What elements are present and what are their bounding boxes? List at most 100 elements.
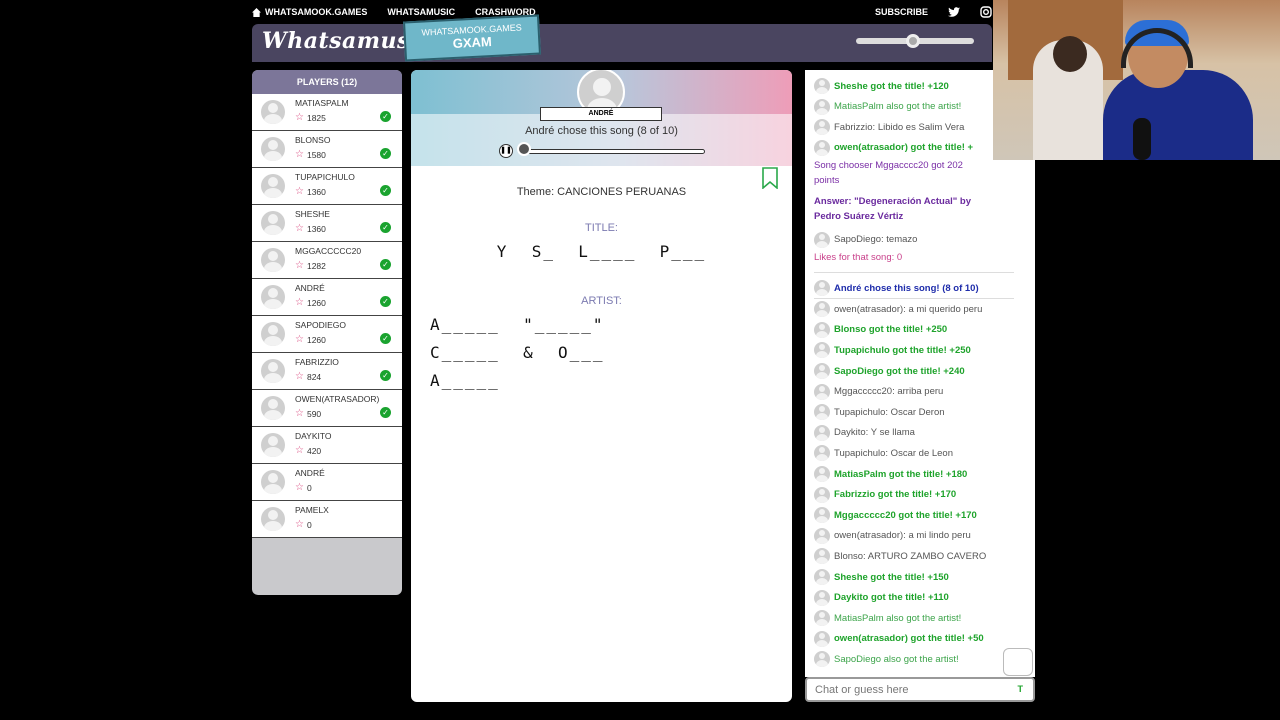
chat-message-text: Tupapichulo: Oscar Deron — [834, 406, 945, 418]
gxam-badge[interactable]: WHATSAMOOK.GAMES GXAM — [403, 14, 541, 62]
subscribe-link[interactable]: SUBSCRIBE — [875, 7, 928, 17]
avatar — [814, 98, 830, 115]
avatar — [814, 445, 830, 462]
star-icon: ☆ — [295, 297, 304, 308]
avatar — [814, 548, 830, 565]
avatar — [261, 322, 285, 346]
player-name: SHESHE — [295, 209, 330, 219]
chat-log[interactable]: Sheshe got the title! +120 MatiasPalm als… — [805, 70, 1035, 677]
avatar — [814, 119, 830, 136]
player-score: ☆ 1580 — [295, 149, 326, 160]
chat-message-text: Pedro Suárez Vértiz — [814, 211, 904, 222]
player-row[interactable]: SHESHE ☆ 1360 ✓ — [252, 205, 402, 242]
avatar — [814, 383, 830, 400]
avatar — [261, 433, 285, 457]
player-score-value: 1580 — [306, 149, 326, 160]
player-name: SAPODIEGO — [295, 320, 347, 330]
check-icon: ✓ — [380, 259, 391, 270]
chat-message: Fabrizzio got the title! +170 — [814, 486, 957, 503]
avatar — [261, 137, 285, 161]
player-row[interactable]: BLONSO ☆ 1580 ✓ — [252, 131, 402, 168]
players-panel: PLAYERS (12) MATIASPALM ☆ 1825 ✓ BLONSO ☆ 1580… — [252, 70, 402, 595]
player-row[interactable]: ANDRÉ ☆ 1260 ✓ — [252, 279, 402, 316]
volume-knob[interactable] — [906, 34, 920, 48]
player-row[interactable]: TUPAPICHULO ☆ 1360 ✓ — [252, 168, 402, 205]
chat-message: Mggaccccc20 got the title! +170 — [814, 507, 977, 524]
player-score: ☆ 1260 — [295, 297, 326, 308]
player-score-value: 1360 — [306, 186, 326, 197]
avatar — [814, 651, 830, 668]
top-nav: WHATSAMOOK.GAMES WHATSAMUSIC CRASHWORD S… — [252, 0, 992, 24]
chose-song-text: André chose this song (8 of 10) — [525, 125, 678, 137]
chat-message-text: Daykito got the title! +110 — [834, 592, 949, 604]
twitter-icon[interactable] — [948, 6, 960, 18]
player-name: ANDRÉ — [295, 283, 325, 293]
chat-divider — [814, 272, 1014, 274]
chat-message: Song chooser Mggacccc20 got 202 — [814, 160, 963, 171]
avatar — [261, 507, 285, 531]
star-icon: ☆ — [295, 445, 304, 456]
chat-message: owen(atrasador): a mi querido peru — [814, 301, 983, 318]
star-icon: ☆ — [295, 112, 304, 123]
chat-message: André chose this song! (8 of 10) — [814, 280, 979, 297]
player-name: MATIASPALM — [295, 98, 349, 108]
star-icon: ☆ — [295, 371, 304, 382]
webcam-person-back-head — [1053, 36, 1087, 72]
chat-message-text: Fabrizzio got the title! +170 — [834, 489, 957, 501]
chat-input[interactable]: Chat or guess here T — [805, 677, 1035, 702]
player-score-value: 1260 — [306, 334, 326, 345]
chat-message: owen(atrasador) got the title! + — [814, 139, 973, 156]
game-card: ANDRÉ André chose this song (8 of 10) ❚❚… — [411, 70, 792, 702]
chat-message-text: Mggaccccc20: arriba peru — [834, 386, 944, 398]
player-row[interactable]: MATIASPALM ☆ 1825 ✓ — [252, 94, 402, 131]
chat-message: Blonso: ARTURO ZAMBO CAVERO — [814, 548, 987, 565]
player-score: ☆ 1360 — [295, 186, 326, 197]
check-icon: ✓ — [380, 370, 391, 381]
nav-link-games[interactable]: WHATSAMOOK.GAMES — [252, 7, 367, 17]
chat-message-text: MatiasPalm also got the artist! — [834, 612, 962, 624]
chat-message-text: Sheshe got the title! +150 — [834, 571, 949, 583]
star-icon: ☆ — [295, 482, 304, 493]
player-row[interactable]: OWEN(ATRASADOR) ☆ 590 ✓ — [252, 390, 402, 427]
player-name: TUPAPICHULO — [295, 172, 355, 182]
scroll-down-button[interactable] — [1003, 648, 1033, 676]
player-score-value: 824 — [306, 371, 322, 382]
volume-slider[interactable] — [856, 34, 974, 48]
chat-message-text: Answer: "Degeneración Actual" by — [814, 196, 972, 207]
player-name: FABRIZZIO — [295, 357, 339, 367]
player-row[interactable]: DAYKITO ☆ 420 — [252, 427, 402, 464]
avatar — [814, 589, 830, 606]
player-score: ☆ 1260 — [295, 334, 326, 345]
chat-message-text: Blonso: ARTURO ZAMBO CAVERO — [834, 550, 987, 562]
pause-button[interactable]: ❚❚ — [499, 144, 513, 158]
chat-message: Answer: "Degeneración Actual" by — [814, 196, 971, 207]
chat-message: Blonso got the title! +250 — [814, 321, 947, 338]
nav-link-whatsamusic[interactable]: WHATSAMUSIC — [387, 7, 455, 17]
player-row[interactable]: ANDRÉ ☆ 0 — [252, 464, 402, 501]
star-icon: ☆ — [295, 408, 304, 419]
chat-message-text: Daykito: Y se llama — [834, 427, 915, 439]
chat-message: Sheshe got the title! +150 — [814, 569, 949, 585]
chat-message-text: MatiasPalm also got the artist! — [834, 101, 962, 113]
player-score-value: 0 — [306, 482, 312, 493]
instagram-icon[interactable] — [980, 6, 992, 18]
avatar — [814, 424, 830, 441]
chat-message-text: owen(atrasador): a mi querido peru — [834, 303, 983, 315]
site-header: Whatsamusic WHATSAMOOK.GAMES GXAM — [252, 14, 992, 62]
player-row[interactable]: PAMELX ☆ 0 — [252, 501, 402, 538]
player-score-value: 1360 — [306, 223, 326, 234]
send-button[interactable]: T — [1018, 684, 1024, 694]
chat-message-text: SapoDiego also got the artist! — [834, 653, 959, 665]
player-row[interactable]: SAPODIEGO ☆ 1260 ✓ — [252, 316, 402, 353]
star-icon: ☆ — [295, 186, 304, 197]
avatar — [814, 630, 830, 647]
player-row[interactable]: FABRIZZIO ☆ 824 ✓ — [252, 353, 402, 390]
player-score-value: 590 — [306, 408, 322, 419]
player-row[interactable]: MGGACCCCC20 ☆ 1282 ✓ — [252, 242, 402, 279]
chat-message-text: points — [814, 175, 840, 187]
avatar — [261, 248, 285, 272]
avatar — [814, 466, 830, 482]
title-label: TITLE: — [584, 222, 618, 234]
avatar — [261, 100, 285, 124]
player-score-value: 420 — [306, 445, 322, 456]
